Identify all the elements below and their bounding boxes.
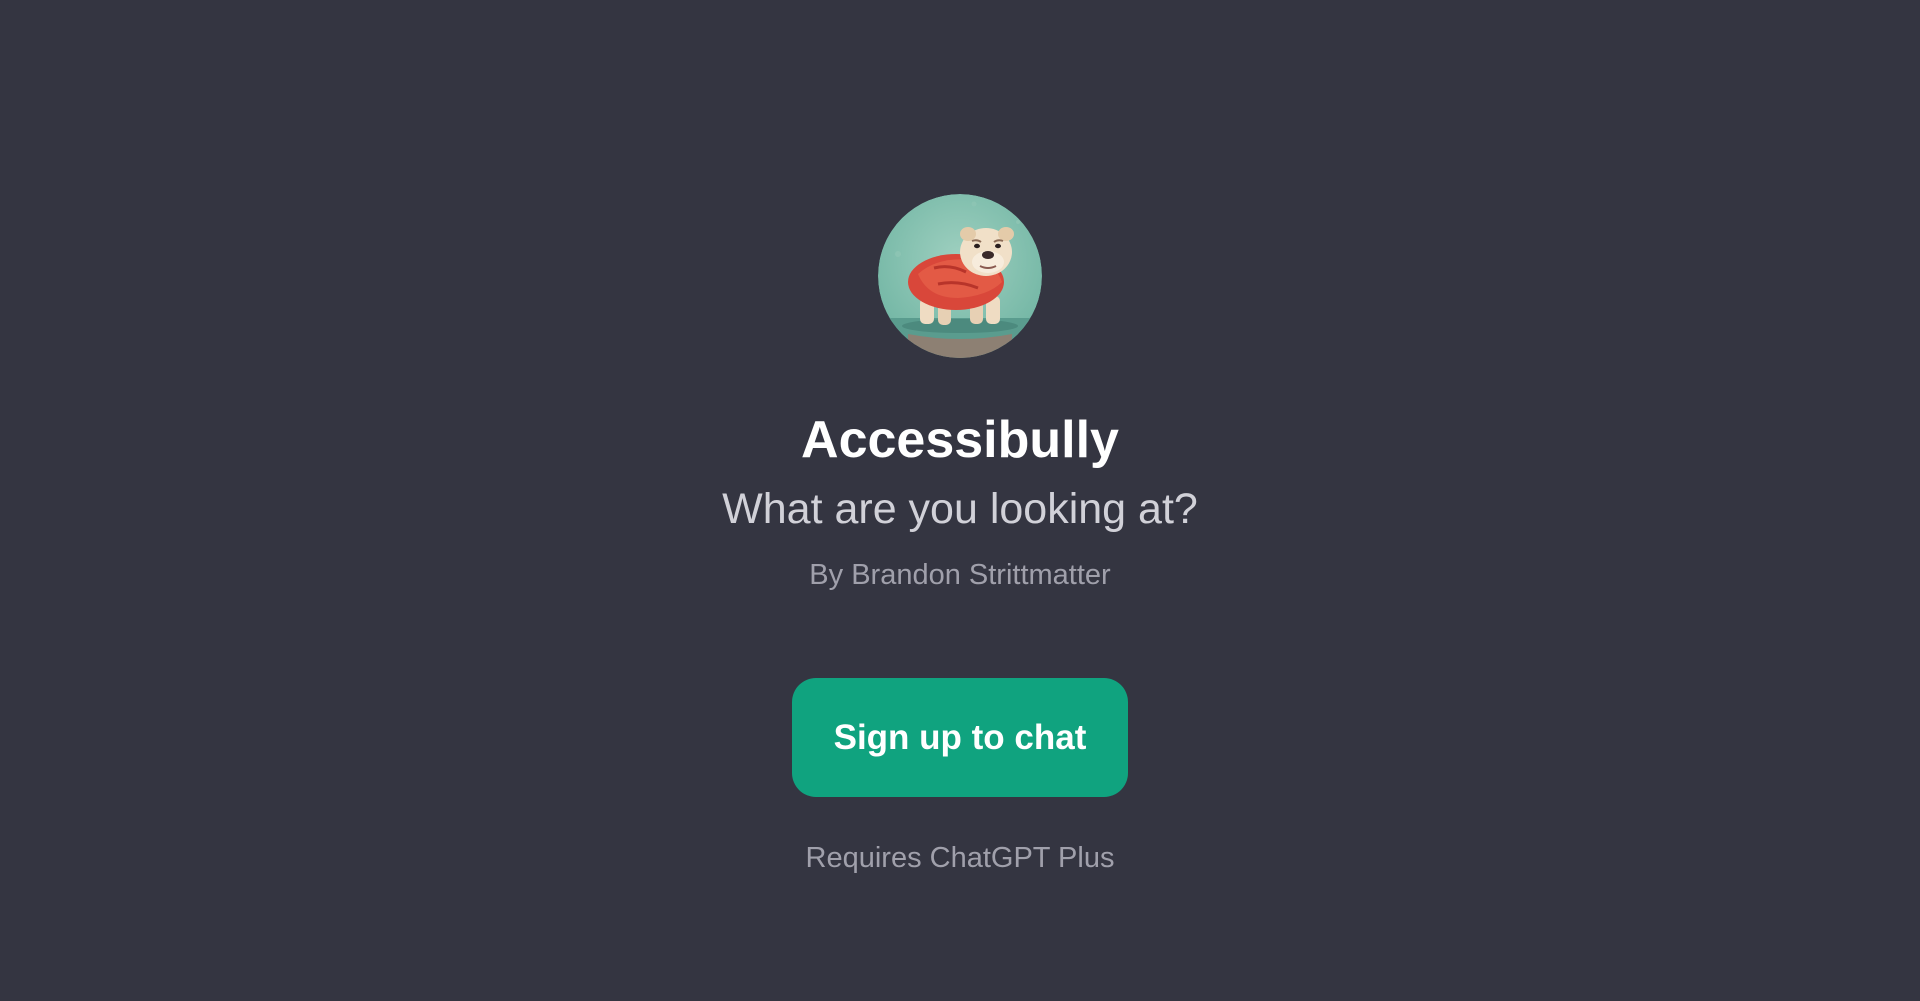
bulldog-avatar-icon	[878, 194, 1042, 358]
requirement-note: Requires ChatGPT Plus	[805, 842, 1115, 874]
gpt-title: Accessibully	[801, 411, 1119, 469]
gpt-author: By Brandon Strittmatter	[809, 559, 1111, 591]
sign-up-to-chat-button[interactable]: Sign up to chat	[792, 678, 1128, 797]
gpt-landing-page: Accessibully What are you looking at? By…	[0, 0, 1920, 1001]
gpt-tagline: What are you looking at?	[722, 485, 1198, 533]
